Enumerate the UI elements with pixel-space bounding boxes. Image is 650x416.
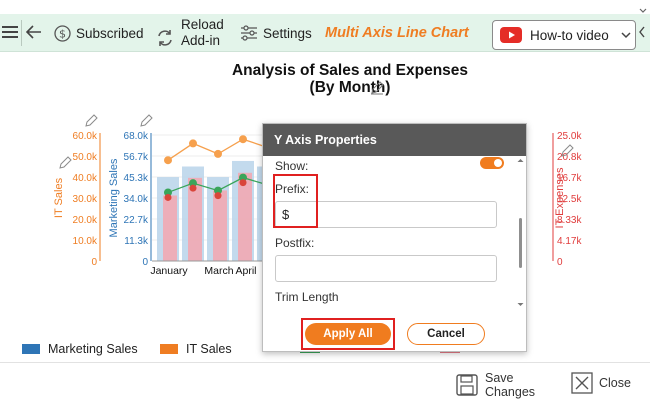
postfix-label: Postfix:: [275, 236, 315, 250]
y-axis-title-it_sales: IT Sales: [53, 177, 65, 218]
y-tick-label-marketing_sales: 11.3k: [124, 236, 149, 247]
x-tick-label: April: [235, 265, 256, 277]
trim-length-label: Trim Length: [275, 290, 339, 304]
y-axis-properties-dialog: Y Axis Properties Show: Prefix: $ Postfi…: [262, 123, 527, 352]
save-label-line2: Changes: [485, 385, 536, 399]
save-changes-button[interactable]: Save Changes: [456, 371, 535, 399]
bar-it-expenses: [163, 195, 177, 261]
dialog-scrollbar[interactable]: [516, 158, 525, 310]
y-tick-label-marketing_sales: 68.0k: [124, 131, 149, 142]
it-sales-point: [239, 135, 247, 144]
y-tick-label-it_sales: 0: [91, 257, 97, 268]
y-tick-label-it_sales: 20.0k: [73, 215, 98, 226]
y-axis-title-it_expenses: IT Expenses: [554, 167, 566, 228]
y-tick-label-it_sales: 40.0k: [73, 173, 98, 184]
y-tick-label-it_expenses: 4.17k: [557, 236, 582, 247]
edit-axis-pencil-icon[interactable]: [85, 114, 98, 127]
close-icon: [571, 372, 593, 394]
apply-highlight-box: [301, 318, 395, 350]
legend-item-it-sales[interactable]: IT Sales: [160, 342, 232, 356]
save-label-line1: Save: [485, 371, 514, 385]
it-expenses-point: [239, 179, 247, 187]
close-label: Close: [599, 376, 631, 390]
show-label: Show:: [275, 159, 309, 173]
it-sales-point: [164, 156, 172, 165]
y-tick-label-it_sales: 30.0k: [73, 194, 98, 205]
y-axis-title-marketing_sales: Marketing Sales: [108, 158, 120, 237]
edit-axis-pencil-icon[interactable]: [59, 156, 72, 169]
it-sales-point: [189, 139, 197, 148]
y-tick-label-it_expenses: 25.0k: [557, 131, 582, 142]
y-tick-label-marketing_sales: 0: [142, 257, 148, 268]
y-tick-label-it_sales: 10.0k: [73, 236, 98, 247]
legend-item-marketing-sales[interactable]: Marketing Sales: [22, 342, 138, 356]
prefix-highlight-box: [273, 174, 318, 228]
show-toggle[interactable]: [480, 157, 504, 169]
it-expenses-point: [164, 193, 172, 201]
y-tick-label-marketing_sales: 22.7k: [124, 215, 149, 226]
bottom-bar: Save Changes Close: [0, 362, 650, 416]
y-tick-label-marketing_sales: 45.3k: [124, 173, 149, 184]
save-icon: [456, 374, 478, 396]
bar-it-expenses: [213, 190, 227, 261]
cancel-button[interactable]: Cancel: [407, 323, 485, 345]
close-button[interactable]: Close: [571, 372, 631, 394]
y-tick-label-marketing_sales: 56.7k: [124, 152, 149, 163]
dialog-title: Y Axis Properties: [263, 124, 526, 156]
y-tick-label-it_sales: 50.0k: [73, 152, 98, 163]
it-sales-point: [214, 149, 222, 158]
postfix-input[interactable]: [275, 255, 497, 282]
it-expenses-point: [214, 192, 222, 200]
bar-it-expenses: [238, 172, 252, 261]
edit-axis-pencil-icon[interactable]: [140, 114, 153, 127]
x-tick-label: March: [204, 265, 233, 277]
legend-swatch-marketing-sales: [22, 344, 40, 354]
legend-label-it-sales: IT Sales: [186, 342, 232, 356]
app-root: $ Subscribed Reload Add-in Settings Mult…: [0, 0, 650, 416]
legend-label-marketing-sales: Marketing Sales: [48, 342, 138, 356]
x-tick-label: January: [150, 265, 188, 277]
y-tick-label-it_sales: 60.0k: [73, 131, 98, 142]
y-tick-label-it_expenses: 20.8k: [557, 152, 582, 163]
y-tick-label-marketing_sales: 34.0k: [124, 194, 149, 205]
y-tick-label-it_expenses: 0: [557, 257, 563, 268]
legend-swatch-it-sales: [160, 344, 178, 354]
it-expenses-point: [189, 184, 197, 192]
